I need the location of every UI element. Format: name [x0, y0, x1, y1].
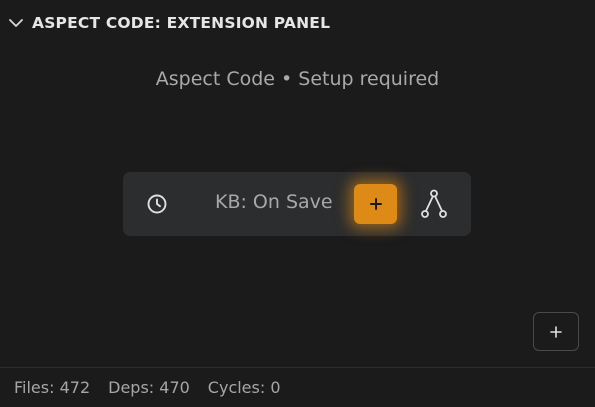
files-count: Files: 472 [14, 378, 91, 397]
cycles-count: Cycles: 0 [207, 378, 281, 397]
plus-icon [550, 325, 562, 338]
plus-icon [369, 198, 382, 210]
add-button[interactable] [354, 184, 397, 224]
status-divider [0, 367, 595, 368]
status-bar: Files: 472 Deps: 470 Cycles: 0 [14, 378, 281, 397]
deps-count: Deps: 470 [108, 378, 190, 397]
chevron-down-icon[interactable] [6, 13, 26, 33]
panel-title: ASPECT CODE: EXTENSION PANEL [32, 14, 331, 32]
new-item-button[interactable] [533, 312, 579, 351]
clock-icon[interactable] [146, 193, 168, 215]
kb-toolbar: KB: On Save [123, 172, 471, 236]
panel-header[interactable]: ASPECT CODE: EXTENSION PANEL [0, 0, 595, 46]
graph-icon[interactable] [419, 188, 449, 220]
kb-mode-label: KB: On Save [215, 191, 333, 213]
setup-status-text: Aspect Code • Setup required [155, 68, 440, 90]
extension-panel: ASPECT CODE: EXTENSION PANEL Aspect Code… [0, 0, 595, 407]
